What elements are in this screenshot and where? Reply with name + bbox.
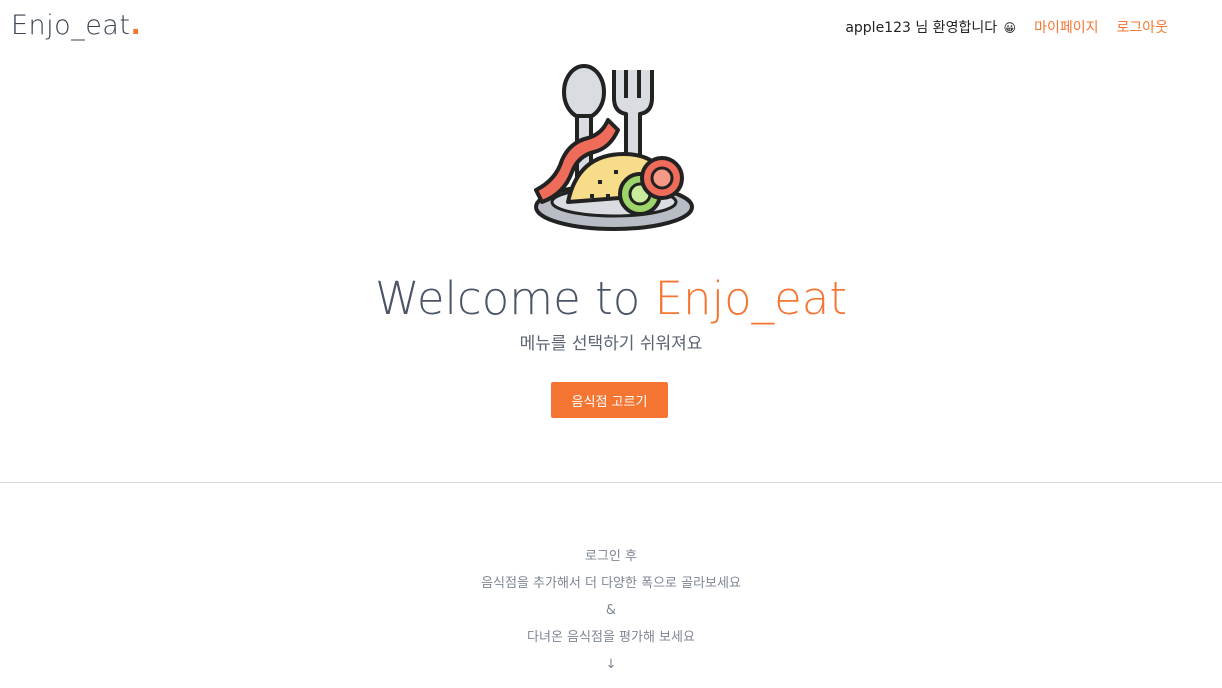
info-line: 로그인 후 — [585, 549, 637, 564]
logo-dot: . — [130, 10, 142, 41]
logo-text: Enjo_eat — [11, 10, 131, 41]
arrow-down-icon: ↓ — [605, 657, 617, 672]
hero-title-brand: Enjo_eat — [654, 272, 848, 325]
section-divider — [0, 482, 1222, 483]
logo[interactable]: Enjo_eat. — [11, 6, 141, 46]
info-section: 로그인 후 음식점을 추가해서 더 다양한 폭으로 골라보세요 & 다녀온 음식… — [0, 543, 1222, 678]
choose-restaurant-button[interactable]: 음식점 고르기 — [551, 382, 668, 418]
hero-title: Welcome to Enjo_eat — [0, 268, 1222, 330]
food-plate-icon — [534, 64, 694, 231]
tomato-inner-shape — [650, 166, 674, 190]
greeting-text: apple123 님 환영합니다 — [845, 20, 998, 36]
smile-emoji-icon: 😀 — [1003, 21, 1017, 35]
hero-subtitle: 메뉴를 선택하기 쉬워져요 — [519, 334, 703, 354]
top-nav: apple123 님 환영합니다 😀 마이페이지 로그아웃 — [845, 18, 1168, 38]
greeting: apple123 님 환영합니다 😀 — [845, 18, 1016, 38]
info-line: 다녀온 음식점을 평가해 보세요 — [527, 630, 695, 645]
hero-title-prefix: Welcome to — [374, 272, 655, 325]
spoon-head-shape — [562, 64, 606, 120]
logout-link[interactable]: 로그아웃 — [1116, 18, 1168, 38]
mypage-link[interactable]: 마이페이지 — [1034, 18, 1098, 38]
page: Enjo_eat. apple123 님 환영합니다 😀 마이페이지 로그아웃 — [0, 0, 1222, 688]
info-line: & — [605, 603, 617, 618]
info-line: 음식점을 추가해서 더 다양한 폭으로 골라보세요 — [481, 576, 741, 591]
